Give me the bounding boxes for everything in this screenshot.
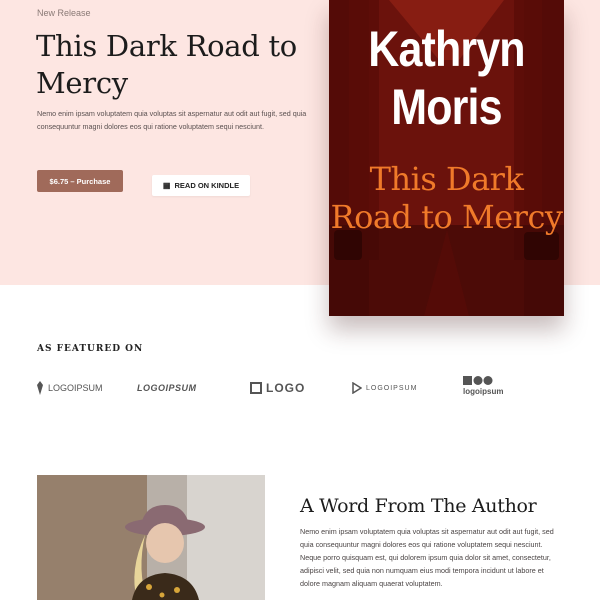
hero-description: Nemo enim ipsam voluptatem quia voluptas…	[37, 109, 307, 131]
featured-logo-4: LOGOIPSUM	[352, 374, 417, 402]
featured-logo-5: logoipsum	[463, 376, 503, 404]
book-author-name: Kathryn Moris	[368, 21, 525, 135]
logo-text: logoipsum	[463, 387, 504, 396]
logo-text: LOGO	[266, 381, 306, 395]
read-on-kindle-button[interactable]: ▦ READ ON KINDLE	[152, 175, 250, 196]
author-section-body: Nemo enim ipsam voluptatem quia voluptas…	[300, 527, 554, 588]
logo-mark-icon	[250, 382, 262, 394]
featured-logo-1: LOGOIPSUM	[36, 374, 103, 402]
featured-logo-2: LOGOIPSUM	[137, 374, 197, 402]
author-section-title: A Word From The Author	[300, 495, 537, 517]
read-on-kindle-label: READ ON KINDLE	[174, 181, 240, 190]
logo-text: LOGOIPSUM	[137, 383, 197, 393]
book-cover-title: This Dark Road to Mercy	[330, 160, 563, 236]
featured-logo-3: LOGO	[250, 374, 305, 402]
featured-heading: AS FEATURED ON	[37, 344, 144, 354]
kindle-icon: ▦	[162, 180, 171, 190]
logo-mark-icon	[37, 381, 43, 395]
logo-mark-icon	[463, 376, 493, 385]
logo-mark-icon	[352, 382, 362, 394]
logo-text: LOGOIPSUM	[48, 383, 103, 393]
author-portrait-image	[37, 475, 265, 600]
book-cover: Kathryn Moris This Dark Road to Mercy	[329, 0, 564, 316]
page-title: This Dark Road to Mercy	[36, 29, 297, 100]
logo-text: LOGOIPSUM	[366, 384, 418, 392]
author-photo	[37, 475, 265, 600]
purchase-button[interactable]: $6.75 – Purchase	[37, 170, 123, 192]
new-release-label: New Release	[37, 8, 91, 18]
